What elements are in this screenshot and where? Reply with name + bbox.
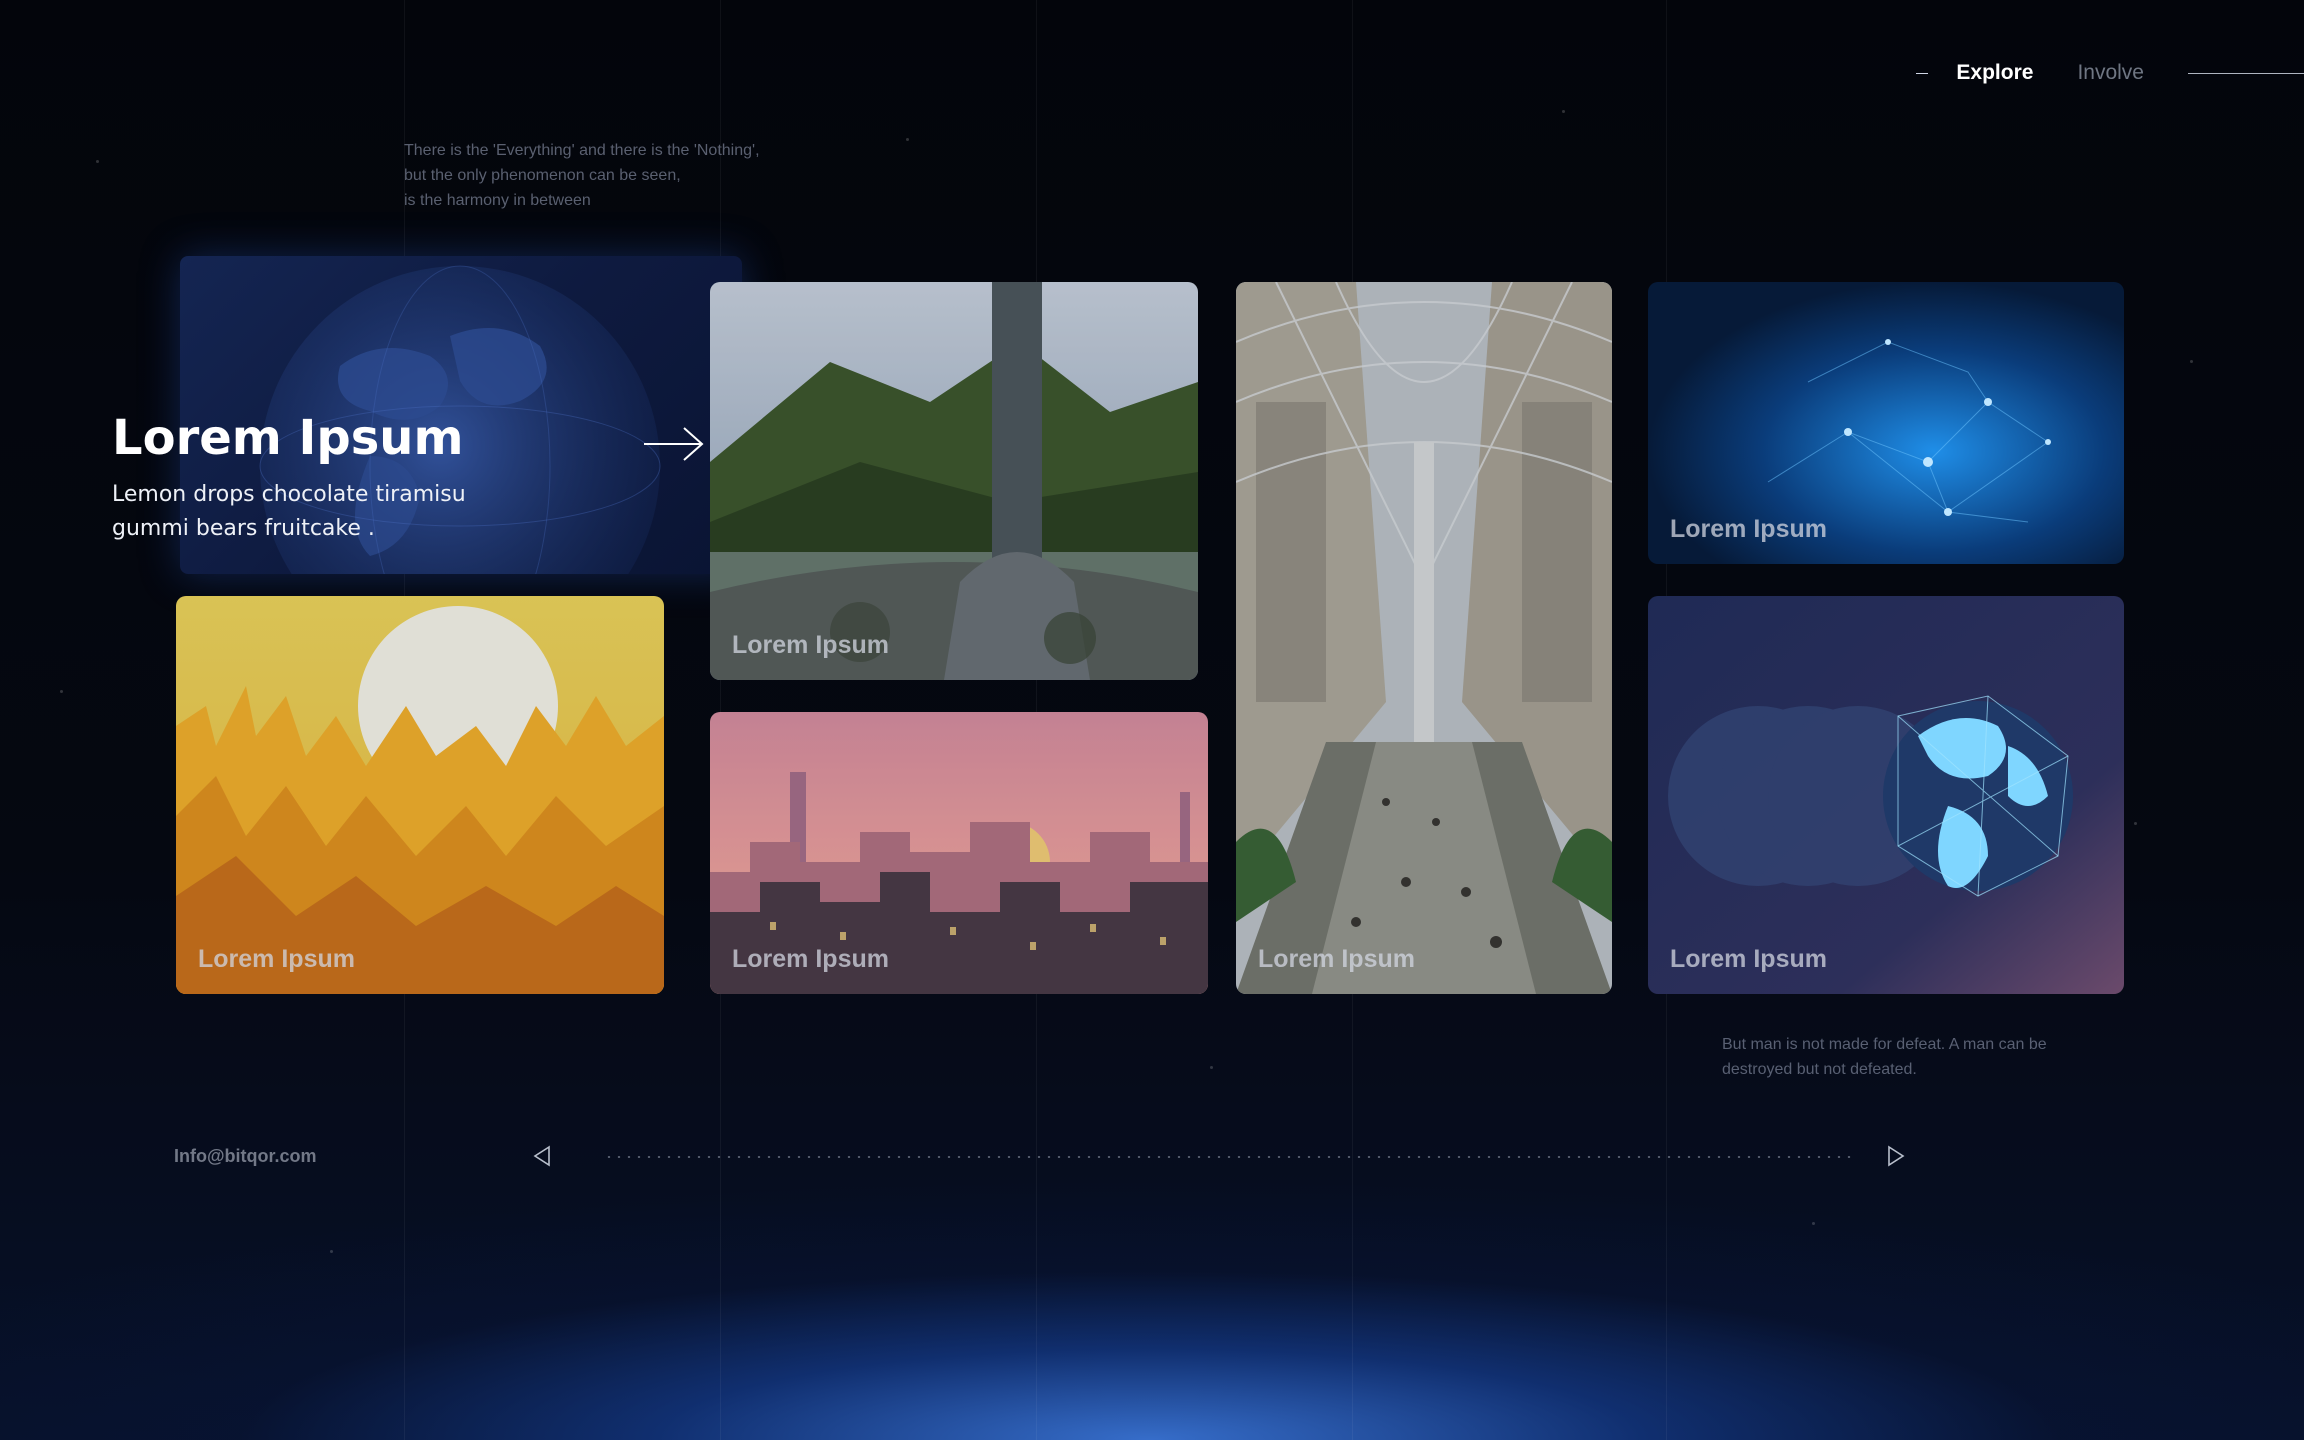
card-label: Lorem Ipsum	[1670, 945, 1827, 973]
card-golden-city[interactable]: Lorem Ipsum	[176, 596, 664, 994]
nav-involve[interactable]: Involve	[2077, 61, 2144, 85]
star-dot	[906, 138, 909, 141]
quote-line: but the only phenomenon can be seen,	[404, 167, 681, 184]
nav-explore[interactable]: Explore	[1956, 61, 2033, 85]
card-globe[interactable]: Lorem Ipsum	[1648, 596, 2124, 994]
card-label: Lorem Ipsum	[732, 631, 889, 659]
star-dot	[2190, 360, 2193, 363]
golden-city-sun-image	[176, 596, 664, 994]
card-label: Lorem Ipsum	[1258, 945, 1415, 973]
card-network[interactable]: Lorem Ipsum	[1648, 282, 2124, 564]
triangle-right-icon[interactable]	[1886, 1145, 1906, 1167]
card-atrium[interactable]: Lorem Ipsum	[1236, 282, 1612, 994]
nav-line	[2188, 72, 2304, 74]
bottom-quote: But man is not made for defeat. A man ca…	[1722, 1036, 2047, 1078]
star-dot	[1562, 110, 1565, 113]
wireframe-globe-image	[1648, 596, 2124, 994]
quote-line: There is the 'Everything' and there is t…	[404, 142, 760, 159]
star-dot	[1812, 1222, 1815, 1225]
hero-subtitle: Lemon drops chocolate tiramisu gummi bea…	[112, 482, 466, 541]
tower-in-mountains-image	[710, 282, 1198, 680]
glass-canopy-atrium-image	[1236, 282, 1612, 994]
star-dot	[60, 690, 63, 693]
star-dot	[330, 1250, 333, 1253]
nav-dash	[1916, 72, 1929, 74]
triangle-left-icon[interactable]	[532, 1145, 552, 1167]
hero-title: Lorem Ipsum	[112, 410, 464, 466]
card-sunset-city[interactable]: Lorem Ipsum	[710, 712, 1208, 994]
arrow-right-icon[interactable]	[642, 424, 706, 464]
card-label: Lorem Ipsum	[198, 945, 355, 973]
quote-line: is the harmony in between	[404, 192, 591, 209]
email-link[interactable]: Info@bitqor.com	[174, 1146, 317, 1167]
star-dot	[96, 160, 99, 163]
slider-track[interactable]	[604, 1156, 1856, 1158]
star-dot	[1210, 1066, 1213, 1069]
card-tower[interactable]: Lorem Ipsum	[710, 282, 1198, 680]
card-label: Lorem Ipsum	[732, 945, 889, 973]
top-quote: There is the 'Everything' and there is t…	[404, 138, 824, 213]
star-dot	[2134, 822, 2137, 825]
card-label: Lorem Ipsum	[1670, 515, 1827, 543]
top-nav: Explore Involve	[1916, 58, 2304, 88]
